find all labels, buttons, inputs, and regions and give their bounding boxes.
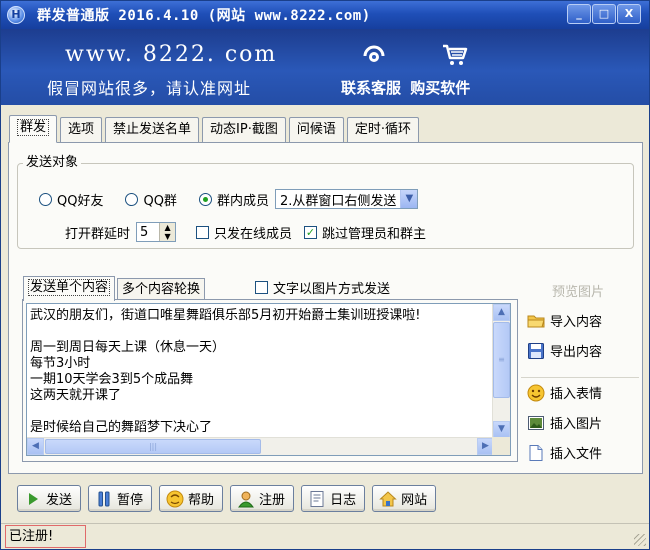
status-bar: 已注册! <box>1 523 649 549</box>
insert-image-button[interactable]: 插入图片 <box>527 413 602 432</box>
document-icon <box>529 444 543 461</box>
radio-button[interactable] <box>198 192 212 206</box>
website-button[interactable]: 网站 <box>372 485 437 512</box>
contact-service-link[interactable]: 联系客服 <box>341 79 401 97</box>
smiley-icon <box>527 384 545 401</box>
horizontal-scrollbar[interactable]: ◀ ||| ▶ <box>27 437 494 455</box>
delay-row: 打开群延时 5 ▲ ▼ 只发在线成员 ✓ 跳过管理员和群主 <box>65 221 438 243</box>
picture-icon <box>528 415 544 430</box>
send-target-options: QQ好友 QQ群 群内成员 2.从群窗口右侧发送 ▼ <box>39 189 419 209</box>
stepper-arrows-icon[interactable]: ▲ ▼ <box>159 223 176 241</box>
delay-stepper[interactable]: 5 ▲ ▼ <box>136 222 177 242</box>
tab-schedule[interactable]: 定时·循环 <box>346 117 420 142</box>
checkbox-label: 只发在线成员 <box>214 226 293 242</box>
registration-status: 已注册! <box>5 525 86 548</box>
radio-label: QQ好友 <box>57 193 104 209</box>
title-bar[interactable]: H 群发普通版 2016.4.10 (网站 www.8222.com) _ □ … <box>1 1 649 29</box>
vertical-scrollbar[interactable]: ▲ ≡ ▼ <box>492 304 510 438</box>
play-icon <box>29 492 38 505</box>
window-title: 群发普通版 2016.4.10 (网站 www.8222.com) <box>37 8 371 24</box>
scroll-thumb[interactable]: ||| <box>45 439 261 454</box>
banner-url: www. 8222. com <box>65 42 278 67</box>
send-mode-select[interactable]: 2.从群窗口右侧发送 ▼ <box>274 189 419 209</box>
image-send-checkbox[interactable]: 文字以图片方式发送 <box>255 278 390 297</box>
cart-icon[interactable] <box>442 42 468 68</box>
export-content-button[interactable]: 导出内容 <box>527 341 602 360</box>
checkbox-label: 跳过管理员和群主 <box>322 226 427 242</box>
radio-label: 群内成员 <box>216 193 269 209</box>
message-text[interactable]: 武汉的朋友们，街道口唯星舞蹈俱乐部5月初开始爵士集训班授课啦! 周一到周日每天上… <box>30 308 488 436</box>
scroll-left-icon[interactable]: ◀ <box>27 438 44 455</box>
checkbox-box[interactable] <box>196 225 210 239</box>
skip-admin-checkbox[interactable]: ✓ 跳过管理员和群主 <box>304 223 426 242</box>
insert-file-button[interactable]: 插入文件 <box>527 443 602 462</box>
content-tabs: 发送单个内容 多个内容轮换 <box>23 276 207 301</box>
checkmark-icon[interactable]: ✓ <box>304 225 318 239</box>
register-button[interactable]: 注册 <box>230 485 295 512</box>
radio-button[interactable] <box>125 192 139 206</box>
scroll-up-icon[interactable]: ▲ <box>493 304 510 321</box>
banner-slogan: 假冒网站很多，请认准网址 <box>47 79 252 98</box>
log-icon <box>310 490 324 507</box>
radio-qq-group[interactable]: QQ群 <box>125 190 177 209</box>
app-logo-icon: H <box>7 6 25 24</box>
radio-button[interactable] <box>39 192 52 206</box>
delay-label: 打开群延时 <box>65 226 131 242</box>
import-content-button[interactable]: 导入内容 <box>527 311 602 330</box>
scroll-corner <box>492 437 510 455</box>
tab-greetings[interactable]: 问候语 <box>288 117 344 142</box>
online-only-checkbox[interactable]: 只发在线成员 <box>196 223 292 242</box>
close-button[interactable]: X <box>617 4 641 24</box>
checkbox-label: 文字以图片方式发送 <box>273 282 391 297</box>
radio-label: QQ群 <box>143 193 177 209</box>
scroll-down-icon[interactable]: ▼ <box>493 421 510 438</box>
resize-grip-icon[interactable] <box>634 534 646 546</box>
tab-panel: 发送对象 QQ好友 QQ群 群内成员 2.从群窗口右侧发送 ▼ 打开群延时 5 <box>8 142 643 474</box>
pause-button[interactable]: 暂停 <box>88 485 153 512</box>
action-buttons: 发送 暂停 帮助 注册 日志 网站 <box>17 485 443 512</box>
tab-blocklist[interactable]: 禁止发送名单 <box>105 117 200 142</box>
tab-options[interactable]: 选项 <box>60 117 103 142</box>
app-window: H 群发普通版 2016.4.10 (网站 www.8222.com) _ □ … <box>0 0 650 550</box>
insert-emoji-button[interactable]: 插入表情 <box>527 383 602 402</box>
preview-image-button[interactable]: 预览图片 <box>552 281 604 300</box>
home-icon <box>379 490 397 506</box>
tab-single-content[interactable]: 发送单个内容 <box>23 276 116 301</box>
save-icon <box>528 342 544 359</box>
log-button[interactable]: 日志 <box>301 485 366 512</box>
window-controls: _ □ X <box>566 4 641 24</box>
minimize-button[interactable]: _ <box>567 4 591 24</box>
tab-mass-send[interactable]: 群发 <box>9 115 58 143</box>
radio-qq-friends[interactable]: QQ好友 <box>39 190 103 209</box>
content-tab-panel: 武汉的朋友们，街道口唯星舞蹈俱乐部5月初开始爵士集训班授课啦! 周一到周日每天上… <box>22 299 518 462</box>
maximize-button[interactable]: □ <box>592 4 616 24</box>
main-tabs: 群发 选项 禁止发送名单 动态IP·截图 问候语 定时·循环 <box>9 115 422 143</box>
message-editor[interactable]: 武汉的朋友们，街道口唯星舞蹈俱乐部5月初开始爵士集训班授课啦! 周一到周日每天上… <box>26 303 511 456</box>
scroll-thumb[interactable]: ≡ <box>493 322 510 398</box>
tools-divider <box>521 377 639 378</box>
tab-multi-content[interactable]: 多个内容轮换 <box>117 278 206 301</box>
tab-dynamic-ip[interactable]: 动态IP·截图 <box>202 117 286 142</box>
banner: www. 8222. com 假冒网站很多，请认准网址 联系客服 购买软件 <box>1 29 649 105</box>
buy-software-link[interactable]: 购买软件 <box>410 79 470 97</box>
send-button[interactable]: 发送 <box>17 485 82 512</box>
delay-value[interactable]: 5 <box>137 225 159 240</box>
pause-icon <box>98 491 110 506</box>
send-mode-value: 2.从群窗口右侧发送 <box>279 193 397 209</box>
banner-links: 联系客服 购买软件 <box>341 77 474 98</box>
chevron-down-icon[interactable]: ▼ <box>400 190 418 208</box>
user-icon <box>238 491 255 507</box>
checkbox-box[interactable] <box>255 281 268 294</box>
folder-icon <box>527 315 545 327</box>
send-target-legend: 发送对象 <box>23 151 82 170</box>
radio-group-members[interactable]: 群内成员 <box>198 190 269 209</box>
help-button[interactable]: 帮助 <box>159 485 224 512</box>
help-icon <box>166 490 184 507</box>
headset-icon[interactable] <box>361 41 387 67</box>
